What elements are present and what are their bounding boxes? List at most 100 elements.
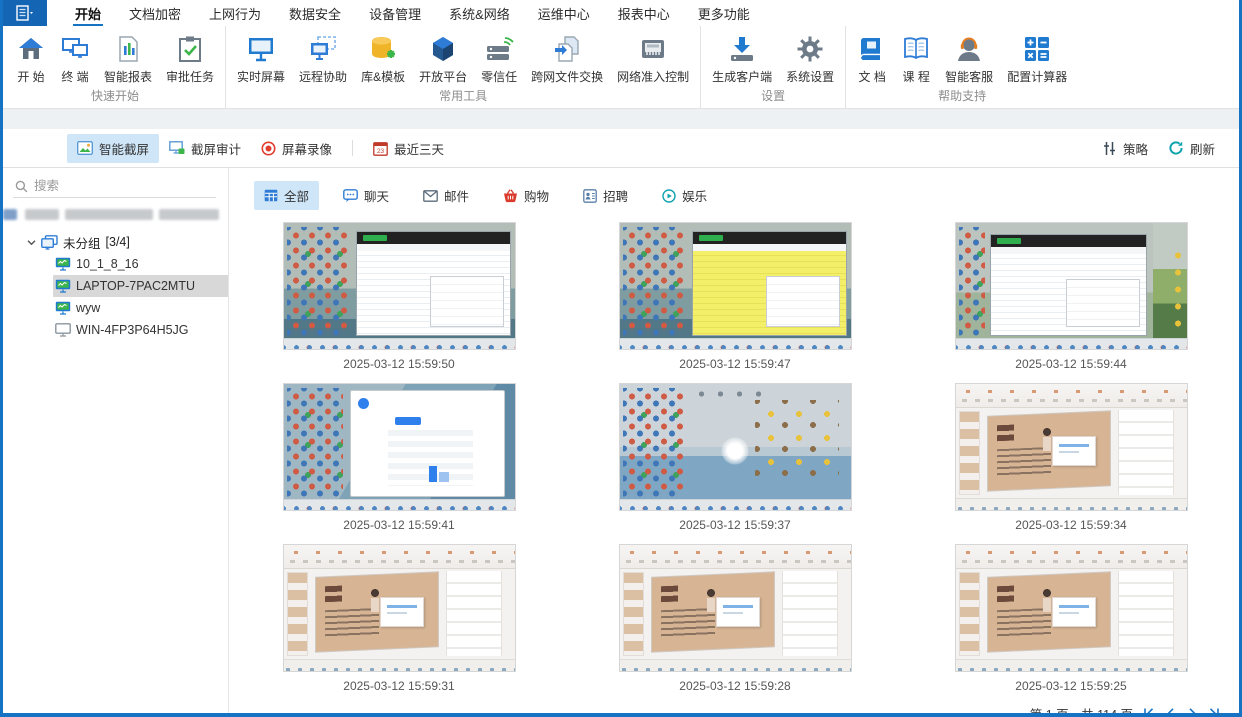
screenshot-timestamp: 2025-03-12 15:59:25 <box>1015 672 1126 702</box>
filter-chat[interactable]: 聊天 <box>333 181 399 210</box>
menu-tab-web-behavior[interactable]: 上网行为 <box>195 0 275 26</box>
ribbon-item-start[interactable]: 开 始 <box>9 29 53 85</box>
ribbon-item-smart-support[interactable]: 智能客服 <box>938 29 1000 85</box>
screenshot-thumbnail[interactable] <box>619 222 852 350</box>
remote-assist-icon <box>308 32 338 66</box>
tree-item-computer-selected[interactable]: LAPTOP-7PAC2MTU <box>53 275 228 297</box>
category-filters: 全部 聊天 邮件 购物 招聘 <box>229 168 1239 219</box>
ribbon-group-common-tools: 实时屏幕 远程协助 库&模板 开放平台 零信任 <box>226 26 701 108</box>
filter-mail[interactable]: 邮件 <box>413 181 479 210</box>
home-icon <box>16 32 46 66</box>
ribbon-item-terminals[interactable]: 终 端 <box>53 29 97 85</box>
tree-item-computer[interactable]: wyw <box>53 297 228 319</box>
policy-button[interactable]: 策略 <box>1092 134 1158 163</box>
ribbon-item-remote-assist[interactable]: 远程协助 <box>292 29 354 85</box>
ribbon-item-generate-client[interactable]: 生成客户端 <box>705 29 779 85</box>
screenshot-thumbnail[interactable] <box>619 383 852 511</box>
capture-audit-icon <box>169 141 185 155</box>
ribbon-divider-band <box>3 108 1239 129</box>
ribbon-item-file-exchange[interactable]: 跨网文件交换 <box>524 29 610 85</box>
filter-shopping[interactable]: 购物 <box>493 181 559 210</box>
recent-3-days-button[interactable]: 23 最近三天 <box>363 134 454 163</box>
recruit-icon <box>583 189 597 203</box>
filter-entertainment[interactable]: 娱乐 <box>652 181 717 210</box>
search-input[interactable] <box>34 179 194 193</box>
ribbon-item-zero-trust[interactable]: 零信任 <box>474 29 524 85</box>
tree-item-computer[interactable]: 10_1_8_16 <box>53 253 228 275</box>
open-platform-icon <box>428 32 458 66</box>
screenshot-card: 2025-03-12 15:59:37 <box>567 380 903 541</box>
last-page-button[interactable] <box>1208 707 1221 717</box>
ribbon-item-smart-report[interactable]: 智能报表 <box>97 29 159 85</box>
menu-tab-device-mgmt[interactable]: 设备管理 <box>355 0 435 26</box>
tree-group-ungrouped[interactable]: 未分组 [3/4] <box>3 231 228 253</box>
refresh-icon <box>1168 140 1184 156</box>
calendar-icon: 23 <box>373 141 388 156</box>
menu-tab-start[interactable]: 开始 <box>61 0 115 26</box>
refresh-button[interactable]: 刷新 <box>1158 134 1225 163</box>
zero-trust-icon <box>484 32 514 66</box>
menu-tab-system-network[interactable]: 系统&网络 <box>435 0 524 26</box>
ribbon-item-approval-task[interactable]: 审批任务 <box>159 29 221 85</box>
screenshot-thumbnail[interactable] <box>955 544 1188 672</box>
approval-task-icon <box>175 32 205 66</box>
ribbon-item-system-settings[interactable]: 系统设置 <box>779 29 841 85</box>
calculator-icon <box>1022 32 1052 66</box>
ribbon-group-label: 快速开始 <box>9 85 221 109</box>
docs-book-icon <box>857 32 887 66</box>
policy-sliders-icon <box>1102 141 1117 156</box>
computer-online-icon <box>55 279 71 293</box>
ribbon-item-config-calculator[interactable]: 配置计算器 <box>1000 29 1074 85</box>
ribbon-group-label: 常用工具 <box>230 85 696 109</box>
screenshot-panel: 全部 聊天 邮件 购物 招聘 <box>229 168 1239 713</box>
screen-record-button[interactable]: 屏幕录像 <box>251 134 342 163</box>
tree-item-computer-offline[interactable]: WIN-4FP3P64H5JG <box>53 319 228 341</box>
menu-tab-report-center[interactable]: 报表中心 <box>604 0 684 26</box>
ribbon-item-library-templates[interactable]: 库&模板 <box>354 29 412 85</box>
ribbon-item-open-platform[interactable]: 开放平台 <box>412 29 474 85</box>
entertainment-icon <box>662 189 676 203</box>
network-access-icon <box>638 32 668 66</box>
ribbon-group-label: 帮助支持 <box>850 85 1074 109</box>
app-menu-button[interactable] <box>3 0 47 26</box>
ribbon-item-courses[interactable]: 课 程 <box>894 29 938 85</box>
screenshot-timestamp: 2025-03-12 15:59:31 <box>343 672 454 702</box>
screenshot-timestamp: 2025-03-12 15:59:37 <box>679 511 790 541</box>
menu-tab-data-security[interactable]: 数据安全 <box>275 0 355 26</box>
menu-tab-more[interactable]: 更多功能 <box>684 0 764 26</box>
capture-audit-button[interactable]: 截屏审计 <box>159 134 251 163</box>
screenshot-thumbnail[interactable] <box>283 383 516 511</box>
ribbon-item-network-access[interactable]: 网络准入控制 <box>610 29 696 85</box>
app-menu-icon <box>14 5 36 21</box>
screenshot-card: 2025-03-12 15:59:31 <box>231 541 567 702</box>
menu-tab-ops-center[interactable]: 运维中心 <box>524 0 604 26</box>
smart-capture-button[interactable]: 智能截屏 <box>67 134 159 163</box>
screenshot-card: 2025-03-12 15:59:28 <box>567 541 903 702</box>
prev-page-button[interactable] <box>1164 707 1177 717</box>
screenshot-card: 2025-03-12 15:59:41 <box>231 380 567 541</box>
search-box[interactable] <box>13 175 216 198</box>
menu-tab-doc-encrypt[interactable]: 文档加密 <box>115 0 195 26</box>
mail-icon <box>423 190 438 202</box>
screenshot-thumbnail[interactable] <box>955 222 1188 350</box>
live-screen-icon <box>246 32 276 66</box>
ribbon-item-live-screen[interactable]: 实时屏幕 <box>230 29 292 85</box>
screenshot-thumbnail[interactable] <box>283 222 516 350</box>
first-page-button[interactable] <box>1142 707 1155 717</box>
filter-recruit[interactable]: 招聘 <box>573 181 638 210</box>
ribbon-item-docs[interactable]: 文 档 <box>850 29 894 85</box>
device-tree: 未分组 [3/4] 10_1_8_16 LAPTOP-7PAC2MTU wyw <box>3 231 228 341</box>
filter-all[interactable]: 全部 <box>254 181 319 210</box>
screen-record-icon <box>261 141 276 156</box>
screenshot-grid: 2025-03-12 15:59:50 2025-03-12 15:59:47 … <box>231 219 1239 702</box>
screenshot-timestamp: 2025-03-12 15:59:50 <box>343 350 454 380</box>
screenshot-thumbnail[interactable] <box>955 383 1188 511</box>
screenshot-card: 2025-03-12 15:59:34 <box>903 380 1239 541</box>
screenshot-thumbnail[interactable] <box>283 544 516 672</box>
ribbon-group-label: 设置 <box>705 85 841 109</box>
screenshot-thumbnail[interactable] <box>619 544 852 672</box>
settings-gear-icon <box>795 32 825 66</box>
menu-bar: 开始 文档加密 上网行为 数据安全 设备管理 系统&网络 运维中心 报表中心 更… <box>3 0 1239 26</box>
next-page-button[interactable] <box>1186 707 1199 717</box>
toolbar-separator <box>352 140 353 156</box>
